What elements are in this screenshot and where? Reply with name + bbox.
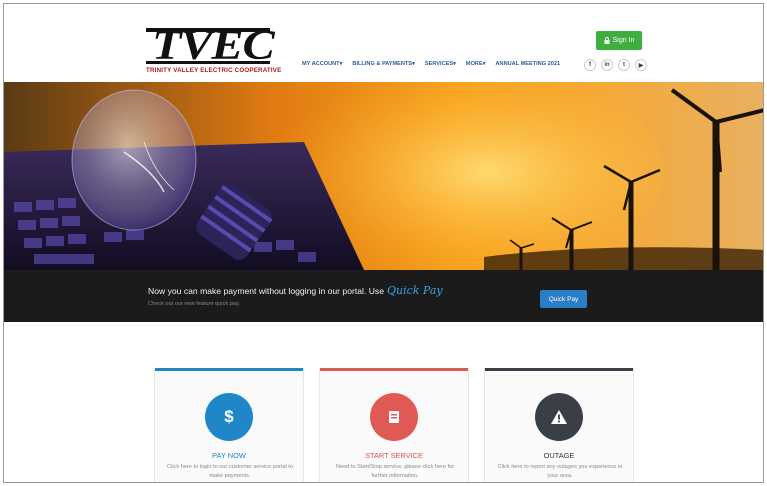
hero-image	[4, 82, 763, 270]
warning-icon	[535, 393, 583, 441]
quick-pay-button[interactable]: Quick Pay	[540, 290, 587, 308]
book-glyph	[389, 411, 399, 423]
banner-message: Now you can make payment without logging…	[148, 284, 443, 297]
card-accent-line	[485, 368, 633, 371]
facebook-icon[interactable]: f	[584, 59, 596, 71]
start-service-card[interactable]: START SERVICE Need to Start/Stop service…	[319, 368, 469, 482]
pay-now-card[interactable]: $ PAY NOW Click here to login to our cus…	[154, 368, 304, 482]
card-title: PAY NOW	[212, 451, 246, 460]
banner-text: Now you can make payment without logging…	[148, 286, 384, 296]
logo-mark: TVEC	[146, 24, 275, 68]
sign-in-button[interactable]: Sign In	[596, 31, 642, 50]
tvec-logo[interactable]: TVEC TRINITY VALLEY ELECTRIC COOPERATIVE	[146, 24, 281, 80]
hero-illustration	[4, 82, 763, 270]
logo-subtitle: TRINITY VALLEY ELECTRIC COOPERATIVE	[146, 67, 282, 74]
main-nav: MY ACCOUNT▾ BILLING & PAYMENTS▾ SERVICES…	[302, 61, 560, 73]
quick-pay-banner: Now you can make payment without logging…	[4, 270, 763, 322]
card-accent-line	[320, 368, 468, 371]
logo-bottom-bar	[146, 61, 270, 64]
nav-annual-meeting[interactable]: ANNUAL MEETING 2021	[496, 61, 561, 73]
site-header: TVEC TRINITY VALLEY ELECTRIC COOPERATIVE…	[4, 4, 763, 82]
card-description: Click here to report any outages you exp…	[497, 464, 623, 479]
card-accent-line	[155, 368, 303, 371]
linkedin-icon[interactable]: in	[601, 59, 613, 71]
card-title: START SERVICE	[365, 451, 423, 460]
nav-services[interactable]: SERVICES▾	[425, 61, 456, 73]
lock-icon	[604, 37, 610, 44]
nav-my-account[interactable]: MY ACCOUNT▾	[302, 61, 342, 73]
dollar-icon: $	[205, 393, 253, 441]
banner-subtext: Check out our new feature quick pay.	[148, 301, 240, 307]
outage-card[interactable]: OUTAGE Click here to report any outages …	[484, 368, 634, 482]
card-description: Click here to login to our customer serv…	[167, 464, 293, 479]
card-description: Need to Start/Stop service, please click…	[335, 464, 455, 479]
social-links: f in t ▶	[584, 59, 647, 71]
warning-glyph	[551, 410, 567, 424]
card-title: OUTAGE	[543, 451, 575, 460]
browser-viewport: TVEC TRINITY VALLEY ELECTRIC COOPERATIVE…	[3, 3, 764, 483]
youtube-icon[interactable]: ▶	[635, 59, 647, 71]
nav-billing-payments[interactable]: BILLING & PAYMENTS▾	[352, 61, 414, 73]
banner-quick-pay-link[interactable]: Quick Pay	[387, 284, 443, 297]
twitter-icon[interactable]: t	[618, 59, 630, 71]
book-icon	[370, 393, 418, 441]
sign-in-label: Sign In	[612, 37, 635, 44]
nav-more[interactable]: MORE▾	[466, 61, 486, 73]
